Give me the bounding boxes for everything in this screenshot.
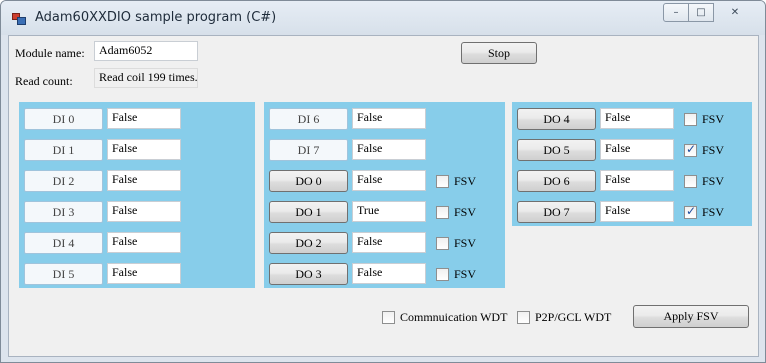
fsv-label: FSV	[702, 174, 725, 188]
p2p-wdt-label: P2P/GCL WDT	[535, 310, 612, 324]
close-icon: ✕	[730, 7, 740, 18]
io-value-field[interactable]: False	[107, 108, 181, 129]
fsv-label: FSV	[702, 143, 725, 157]
checkbox-checked-icon[interactable]	[684, 204, 697, 219]
io-value-field[interactable]: False	[107, 201, 181, 222]
title-bar[interactable]: Adam60XXDIO sample program (C#) – □ ✕	[1, 1, 765, 35]
fsv-checkbox[interactable]: FSV	[436, 174, 476, 189]
io-row: DI 6 False	[264, 105, 505, 133]
io-value-field[interactable]: False	[107, 170, 181, 191]
app-icon	[12, 13, 26, 25]
io-value-field[interactable]: False	[352, 170, 426, 191]
fsv-checkbox[interactable]: FSV	[436, 267, 476, 282]
fsv-checkbox[interactable]: FSV	[684, 204, 725, 220]
io-row: DO 0 False FSV	[264, 167, 505, 195]
maximize-button[interactable]: □	[688, 3, 714, 22]
module-name-label: Module name:	[15, 46, 85, 60]
fsv-label: FSV	[454, 236, 477, 250]
io-value-field[interactable]: False	[600, 139, 674, 160]
di-button-di3[interactable]: DI 3	[24, 201, 103, 223]
checkbox-box[interactable]	[684, 113, 697, 126]
fsv-checkbox[interactable]: FSV	[684, 112, 724, 127]
comm-wdt-label: Commnuication WDT	[400, 310, 508, 324]
do-panel-right: DO 4FalseFSVDO 5FalseFSVDO 6FalseFSVDO 7…	[512, 102, 752, 226]
fsv-label: FSV	[702, 205, 725, 219]
apply-fsv-button[interactable]: Apply FSV	[633, 305, 749, 328]
checkbox-box[interactable]	[436, 175, 449, 188]
io-value-field[interactable]: False	[107, 263, 181, 284]
checkbox-box[interactable]	[436, 206, 449, 219]
fsv-checkbox[interactable]: FSV	[436, 236, 476, 251]
do-button-do6[interactable]: DO 6	[517, 170, 596, 192]
fsv-label: FSV	[454, 174, 477, 188]
io-row: DO 4 False FSV	[512, 105, 752, 133]
app-window: Adam60XXDIO sample program (C#) – □ ✕ Mo…	[0, 0, 766, 363]
p2p-wdt-box[interactable]	[517, 311, 530, 324]
do-button-do5[interactable]: DO 5	[517, 139, 596, 161]
io-value-field[interactable]: False	[352, 108, 426, 129]
fsv-label: FSV	[702, 112, 725, 126]
io-value-field[interactable]: False	[107, 232, 181, 253]
fsv-checkbox[interactable]: FSV	[684, 142, 725, 158]
module-name-field[interactable]: Adam6052	[94, 41, 198, 61]
fsv-label: FSV	[454, 205, 477, 219]
maximize-icon: □	[696, 7, 706, 18]
io-value-field[interactable]: False	[107, 139, 181, 160]
comm-wdt-checkbox[interactable]: Commnuication WDT	[382, 310, 507, 325]
io-row: DI 7 False	[264, 136, 505, 164]
do-button-do7[interactable]: DO 7	[517, 201, 596, 223]
di-button-di0[interactable]: DI 0	[24, 108, 103, 130]
io-value-field[interactable]: False	[352, 263, 426, 284]
io-value-field[interactable]: False	[600, 170, 674, 191]
io-row: DO 1 True FSV	[264, 198, 505, 226]
checkbox-box[interactable]	[436, 268, 449, 281]
io-row: DO 3 False FSV	[264, 260, 505, 288]
minimize-icon: –	[673, 7, 679, 18]
di-button-di2[interactable]: DI 2	[24, 170, 103, 192]
p2p-wdt-checkbox[interactable]: P2P/GCL WDT	[517, 310, 611, 325]
io-row: DO 2 False FSV	[264, 229, 505, 257]
do-button-do4[interactable]: DO 4	[517, 108, 596, 130]
read-count-field: Read coil 199 times.	[94, 68, 198, 88]
di-button-di4[interactable]: DI 4	[24, 232, 103, 254]
io-row: DI 3 False	[19, 198, 255, 226]
io-row: DI 5 False	[19, 260, 255, 288]
io-row: DO 6 False FSV	[512, 167, 752, 195]
fsv-checkbox[interactable]: FSV	[684, 174, 724, 189]
di-button-di7[interactable]: DI 7	[269, 139, 348, 161]
di-button-di6[interactable]: DI 6	[269, 108, 348, 130]
io-value-field[interactable]: False	[600, 108, 674, 129]
comm-wdt-box[interactable]	[382, 311, 395, 324]
checkbox-checked-icon[interactable]	[684, 142, 697, 157]
io-row: DI 4 False	[19, 229, 255, 257]
io-panel-middle: DI 6 False DI 7 False DO 0 False FSV DO 1 True FS…	[264, 102, 505, 288]
io-row: DI 2 False	[19, 167, 255, 195]
fsv-checkbox[interactable]: FSV	[436, 205, 476, 220]
fsv-label: FSV	[454, 267, 477, 281]
io-value-field[interactable]: False	[600, 201, 674, 222]
form-client-area: Module name: Adam6052 Read count: Read c…	[8, 35, 759, 357]
do-button-do3[interactable]: DO 3	[269, 263, 348, 285]
di-panel-left: DI 0 False DI 1 False DI 2 False DI 3 False DI 4…	[19, 102, 255, 288]
io-value-field[interactable]: False	[352, 232, 426, 253]
do-button-do0[interactable]: DO 0	[269, 170, 348, 192]
caption-buttons: – □ ✕	[663, 3, 757, 23]
window-title: Adam60XXDIO sample program (C#)	[35, 10, 277, 25]
io-value-field[interactable]: False	[352, 139, 426, 160]
close-button[interactable]: ✕	[713, 3, 757, 22]
di-button-di5[interactable]: DI 5	[24, 263, 103, 285]
checkbox-box[interactable]	[436, 237, 449, 250]
io-row: DO 5False FSV	[512, 136, 752, 164]
io-row: DO 7False FSV	[512, 198, 752, 226]
do-button-do1[interactable]: DO 1	[269, 201, 348, 223]
stop-button[interactable]: Stop	[461, 42, 537, 64]
io-row: DI 1 False	[19, 136, 255, 164]
checkbox-box[interactable]	[684, 175, 697, 188]
di-button-di1[interactable]: DI 1	[24, 139, 103, 161]
minimize-button[interactable]: –	[663, 3, 689, 22]
io-value-field[interactable]: True	[352, 201, 426, 222]
io-row: DI 0 False	[19, 105, 255, 133]
do-button-do2[interactable]: DO 2	[269, 232, 348, 254]
read-count-label: Read count:	[15, 74, 73, 88]
